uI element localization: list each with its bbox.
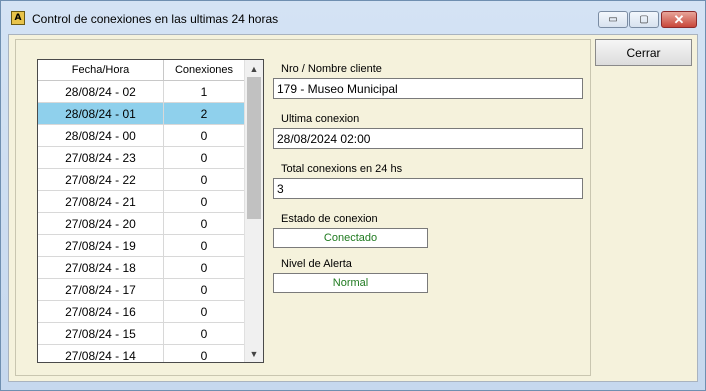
- cell-datetime: 27/08/24 - 22: [38, 169, 164, 190]
- cell-datetime: 27/08/24 - 21: [38, 191, 164, 212]
- cell-connections: 0: [200, 348, 208, 363]
- table-row[interactable]: 27/08/24 - 17 0: [38, 279, 244, 301]
- cell-connections: 0: [200, 282, 208, 297]
- cell-datetime: 27/08/24 - 18: [38, 257, 164, 278]
- cell-connections: 0: [200, 238, 208, 253]
- cell-datetime: 27/08/24 - 20: [38, 213, 164, 234]
- last-connection-field[interactable]: 28/08/2024 02:00: [273, 128, 583, 149]
- cell-connections: 0: [200, 326, 208, 341]
- cell-connections: 0: [200, 194, 208, 209]
- cell-datetime: 28/08/24 - 01: [38, 103, 164, 124]
- table-row[interactable]: 27/08/24 - 16 0: [38, 301, 244, 323]
- header-datetime[interactable]: Fecha/Hora: [38, 60, 164, 80]
- table-row[interactable]: 27/08/24 - 22 0: [38, 169, 244, 191]
- cell-connections: 0: [200, 216, 208, 231]
- total-connections-label: Total conexions en 24 hs: [281, 163, 403, 175]
- cell-connections: 0: [200, 172, 208, 187]
- table-row[interactable]: 27/08/24 - 21 0: [38, 191, 244, 213]
- grid-header: Fecha/Hora Conexiones: [38, 60, 244, 81]
- client-label: Nro / Nombre cliente: [281, 63, 382, 75]
- connection-state-field: Conectado: [273, 228, 428, 248]
- app-icon: A: [11, 11, 25, 25]
- table-row[interactable]: 27/08/24 - 20 0: [38, 213, 244, 235]
- dialog-body: Fecha/Hora Conexiones 28/08/24 - 02 1 28/0…: [8, 34, 698, 382]
- table-row[interactable]: 28/08/24 - 01 2: [38, 103, 244, 125]
- header-connections[interactable]: Conexiones: [164, 60, 244, 80]
- cell-connections: 0: [200, 128, 208, 143]
- cell-datetime: 27/08/24 - 17: [38, 279, 164, 300]
- cell-datetime: 27/08/24 - 14: [38, 345, 164, 362]
- cell-connections: 2: [200, 106, 208, 121]
- table-row[interactable]: 27/08/24 - 23 0: [38, 147, 244, 169]
- scroll-down-button[interactable]: ▼: [245, 345, 263, 362]
- cell-connections: 0: [200, 260, 208, 275]
- cell-datetime: 27/08/24 - 23: [38, 147, 164, 168]
- close-icon: ✕: [673, 11, 685, 27]
- cell-datetime: 27/08/24 - 19: [38, 235, 164, 256]
- window-title: Control de conexiones en las ultimas 24 …: [32, 12, 279, 26]
- dialog-window: A Control de conexiones en las ultimas 2…: [0, 0, 706, 391]
- last-connection-label: Ultima conexion: [281, 113, 360, 125]
- total-connections-field[interactable]: 3: [273, 178, 583, 199]
- grid-rows: 28/08/24 - 02 1 28/08/24 - 01 2 28/08/24 - 0…: [38, 81, 244, 363]
- table-row[interactable]: 27/08/24 - 18 0: [38, 257, 244, 279]
- maximize-icon: ▢: [639, 14, 649, 25]
- chevron-down-icon: ▼: [249, 348, 259, 359]
- alert-level-label: Nivel de Alerta: [281, 258, 352, 270]
- minimize-button[interactable]: ▭: [598, 11, 628, 28]
- table-row[interactable]: 28/08/24 - 02 1: [38, 81, 244, 103]
- maximize-button[interactable]: ▢: [629, 11, 659, 28]
- connections-grid[interactable]: Fecha/Hora Conexiones 28/08/24 - 02 1 28/0…: [37, 59, 264, 363]
- cell-connections: 0: [200, 304, 208, 319]
- alert-level-field: Normal: [273, 273, 428, 293]
- close-window-button[interactable]: ✕: [661, 11, 697, 28]
- table-row[interactable]: 27/08/24 - 15 0: [38, 323, 244, 345]
- connection-state-label: Estado de conexion: [281, 213, 378, 225]
- cell-connections: 0: [200, 150, 208, 165]
- title-bar[interactable]: A Control de conexiones en las ultimas 2…: [1, 1, 705, 35]
- cell-datetime: 28/08/24 - 02: [38, 81, 164, 102]
- cell-datetime: 28/08/24 - 00: [38, 125, 164, 146]
- cell-datetime: 27/08/24 - 16: [38, 301, 164, 322]
- close-button[interactable]: Cerrar: [595, 39, 692, 66]
- scroll-thumb[interactable]: [247, 77, 261, 219]
- connections-group: Fecha/Hora Conexiones 28/08/24 - 02 1 28/0…: [15, 39, 591, 376]
- scroll-up-button[interactable]: ▲: [245, 60, 263, 77]
- client-field[interactable]: 179 - Museo Municipal: [273, 78, 583, 99]
- table-row[interactable]: 27/08/24 - 14 0: [38, 345, 244, 363]
- minimize-icon: ▭: [608, 14, 618, 25]
- chevron-up-icon: ▲: [249, 63, 259, 74]
- table-row[interactable]: 27/08/24 - 19 0: [38, 235, 244, 257]
- cell-datetime: 27/08/24 - 15: [38, 323, 164, 344]
- grid-scrollbar[interactable]: ▲ ▼: [244, 60, 263, 362]
- cell-connections: 1: [200, 84, 208, 99]
- table-row[interactable]: 28/08/24 - 00 0: [38, 125, 244, 147]
